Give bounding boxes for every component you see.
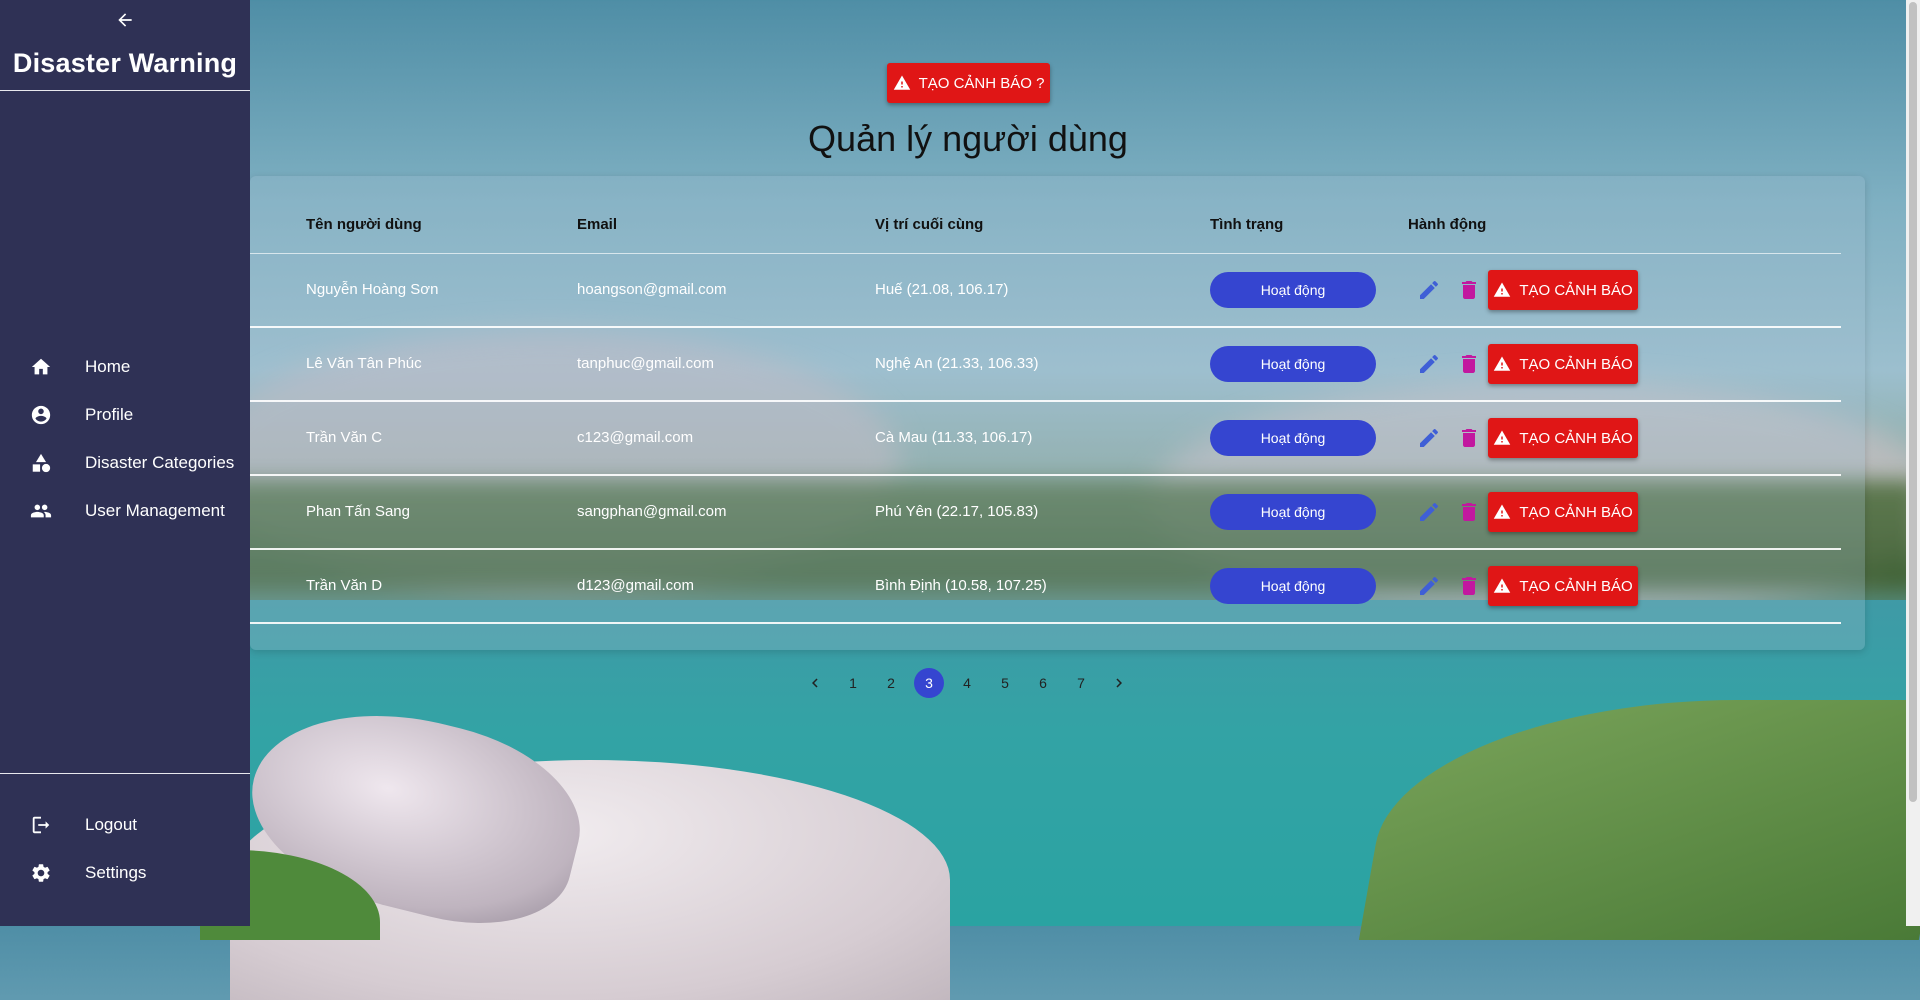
table-row: Phan Tấn Sang sangphan@gmail.com Phú Yên… [250,476,1841,550]
column-header-last-location: Vị trí cuối cùng [875,216,984,233]
sidebar-item-disaster-categories[interactable]: Disaster Categories [0,439,250,487]
column-header-actions: Hành động [1408,216,1487,233]
scrollbar-thumb[interactable] [1909,2,1917,802]
cell-email: hoangson@gmail.com [577,281,727,298]
status-button[interactable]: Hoạt động [1210,494,1376,530]
edit-pencil-icon[interactable] [1417,426,1441,450]
sidebar-item-label: Disaster Categories [85,453,235,472]
chevron-left-icon[interactable] [800,668,830,698]
cell-location: Nghệ An (21.33, 106.33) [875,355,1039,372]
column-header-status: Tình trạng [1210,216,1284,233]
cell-email: tanphuc@gmail.com [577,355,714,372]
row-alert-label: TẠO CẢNH BÁO [1519,355,1633,373]
row-create-alert-button[interactable]: TẠO CẢNH BÁO [1488,566,1638,606]
delete-trash-icon[interactable] [1457,500,1481,524]
create-alert-label: TẠO CẢNH BÁO ? [918,74,1045,92]
cell-email: sangphan@gmail.com [577,503,727,520]
row-alert-label: TẠO CẢNH BÁO [1519,577,1633,595]
cell-name: Nguyễn Hoàng Sơn [306,281,439,298]
cell-name: Lê Văn Tân Phúc [306,355,422,372]
people-icon [29,499,53,523]
cell-location: Cà Mau (11.33, 106.17) [875,429,1033,446]
page-title: Quản lý người dùng [808,118,1128,159]
account-circle-icon [29,403,53,427]
warning-icon [1493,429,1511,447]
sidebar-divider [0,90,250,91]
sidebar-item-label: Settings [85,863,147,882]
page-button[interactable]: 1 [838,668,868,698]
sidebar-item-label: Home [85,357,131,376]
sidebar: Disaster Warning Home Profile Disaster C… [0,0,250,926]
table-row: Lê Văn Tân Phúc tanphuc@gmail.com Nghệ A… [250,328,1841,402]
column-header-name: Tên người dùng [306,216,422,233]
row-create-alert-button[interactable]: TẠO CẢNH BÁO [1488,492,1638,532]
sidebar-item-label: Logout [85,815,137,834]
warning-icon [1493,355,1511,373]
sidebar-item-user-management[interactable]: User Management [0,487,250,535]
delete-trash-icon[interactable] [1457,352,1481,376]
page-button-current[interactable]: 3 [914,668,944,698]
cell-location: Bình Định (10.58, 107.25) [875,577,1047,594]
warning-icon [1493,503,1511,521]
edit-pencil-icon[interactable] [1417,352,1441,376]
cell-email: c123@gmail.com [577,429,694,446]
table-row: Nguyễn Hoàng Sơn hoangson@gmail.com Huế … [250,254,1841,328]
cell-name: Trần Văn C [306,429,383,446]
vertical-scrollbar[interactable] [1906,0,1920,926]
status-button[interactable]: Hoạt động [1210,420,1376,456]
category-shapes-icon [29,451,53,475]
warning-icon [893,74,911,92]
page-button[interactable]: 7 [1066,668,1096,698]
row-alert-label: TẠO CẢNH BÁO [1519,429,1633,447]
delete-trash-icon[interactable] [1457,574,1481,598]
page-button[interactable]: 6 [1028,668,1058,698]
edit-pencil-icon[interactable] [1417,574,1441,598]
table-row: Trần Văn C c123@gmail.com Cà Mau (11.33,… [250,402,1841,476]
pagination: 1 2 3 4 5 6 7 [800,668,1142,698]
row-create-alert-button[interactable]: TẠO CẢNH BÁO [1488,344,1638,384]
page-button[interactable]: 5 [990,668,1020,698]
app-brand-title: Disaster Warning [12,48,238,78]
sidebar-item-settings[interactable]: Settings [0,849,250,897]
row-create-alert-button[interactable]: TẠO CẢNH BÁO [1488,418,1638,458]
create-alert-button[interactable]: TẠO CẢNH BÁO ? [887,63,1050,103]
cell-location: Phú Yên (22.17, 105.83) [875,503,1039,520]
home-icon [29,355,53,379]
chevron-right-icon[interactable] [1104,668,1134,698]
warning-icon [1493,577,1511,595]
status-button[interactable]: Hoạt động [1210,346,1376,382]
sidebar-item-profile[interactable]: Profile [0,391,250,439]
cell-name: Phan Tấn Sang [306,503,410,520]
page-button[interactable]: 4 [952,668,982,698]
sidebar-item-home[interactable]: Home [0,343,250,391]
status-button[interactable]: Hoạt động [1210,568,1376,604]
cell-email: d123@gmail.com [577,577,694,594]
column-header-email: Email [577,216,618,233]
sidebar-item-label: User Management [85,501,225,520]
status-button[interactable]: Hoạt động [1210,272,1376,308]
page-button[interactable]: 2 [876,668,906,698]
row-divider [250,622,1841,624]
delete-trash-icon[interactable] [1457,278,1481,302]
sidebar-item-logout[interactable]: Logout [0,801,250,849]
row-create-alert-button[interactable]: TẠO CẢNH BÁO [1488,270,1638,310]
gear-icon [29,861,53,885]
edit-pencil-icon[interactable] [1417,278,1441,302]
logout-icon [29,813,53,837]
sidebar-item-label: Profile [85,405,134,424]
cell-name: Trần Văn D [306,577,383,594]
row-alert-label: TẠO CẢNH BÁO [1519,503,1633,521]
back-arrow-icon[interactable] [111,6,139,34]
cell-location: Huế (21.08, 106.17) [875,281,1009,298]
sidebar-divider [0,773,250,774]
row-alert-label: TẠO CẢNH BÁO [1519,281,1633,299]
table-row: Trần Văn D d123@gmail.com Bình Định (10.… [250,550,1841,624]
edit-pencil-icon[interactable] [1417,500,1441,524]
delete-trash-icon[interactable] [1457,426,1481,450]
warning-icon [1493,281,1511,299]
